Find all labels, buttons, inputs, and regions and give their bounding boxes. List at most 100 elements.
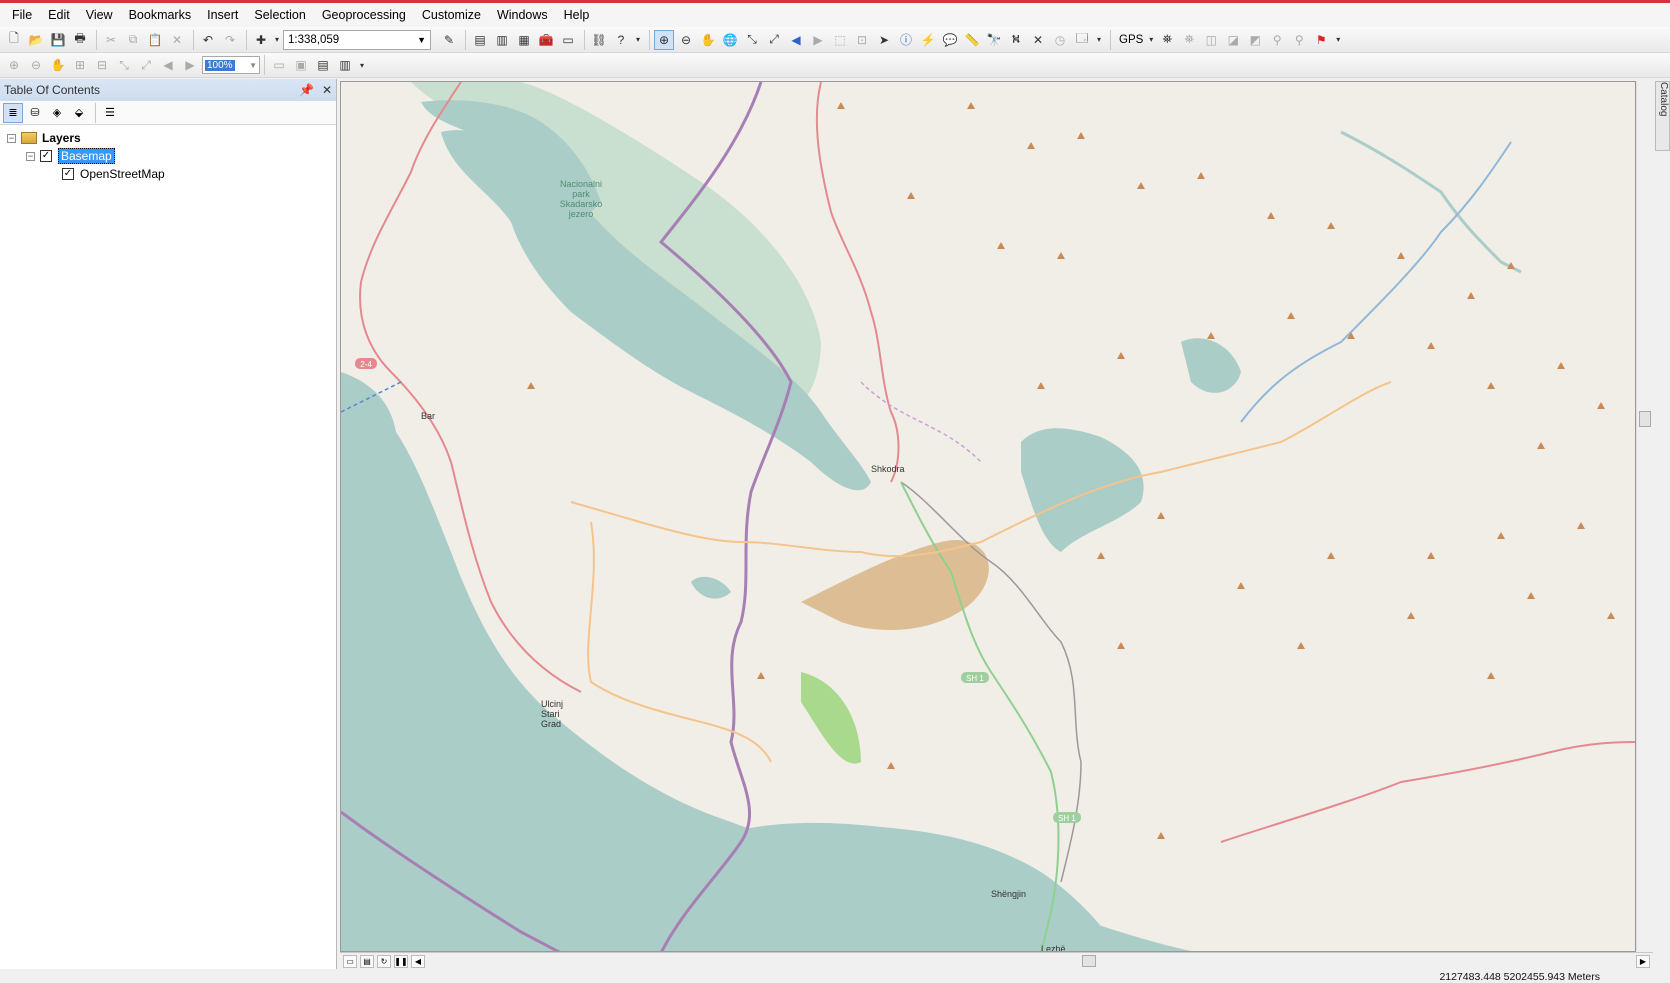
next-extent-icon[interactable]: ▶ (808, 30, 828, 50)
catalog-window-icon[interactable]: ▥ (492, 30, 512, 50)
undo-icon[interactable]: ↶ (198, 30, 218, 50)
menu-file[interactable]: File (6, 5, 38, 25)
fixed-zoom-out-icon[interactable]: ⤢ (764, 30, 784, 50)
select-elements-arrow-icon[interactable]: ➤ (874, 30, 894, 50)
gps-open-icon[interactable]: ◫ (1201, 30, 1221, 50)
delete-icon[interactable]: ✕ (167, 30, 187, 50)
toolbar-options-icon[interactable]: ▾ (1094, 30, 1104, 50)
layout-zoom-in-icon[interactable]: ⊕ (4, 55, 24, 75)
scroll-left-icon[interactable]: ◀ (411, 954, 425, 968)
list-by-source-icon[interactable]: ⛁ (25, 103, 45, 123)
horizontal-scroll-thumb[interactable] (1082, 955, 1096, 967)
table-of-contents-window-icon[interactable]: ▤ (470, 30, 490, 50)
layers-root-row[interactable]: − Layers (0, 129, 336, 147)
toolbar-options-icon[interactable]: ▾ (633, 30, 643, 50)
cut-icon[interactable]: ✂ (101, 30, 121, 50)
pin-icon[interactable]: 📌 (299, 83, 314, 97)
collapse-icon[interactable]: − (7, 133, 16, 143)
map-scale-combobox[interactable]: 1:338,059 ▼ (283, 29, 431, 50)
chevron-down-icon[interactable]: ▾ (1147, 30, 1155, 50)
map-display[interactable]: Nacionalni park Skadarsko jezero Bar Shk… (340, 81, 1636, 952)
pan-hand-icon[interactable]: ✋ (698, 30, 718, 50)
gps-connect-icon[interactable]: ⛯ (1157, 30, 1177, 50)
select-features-icon[interactable]: ⬚ (830, 30, 850, 50)
gps-zoom-icon[interactable]: ⚲ (1267, 30, 1287, 50)
basemap-canvas[interactable]: Nacionalni park Skadarsko jezero Bar Shk… (341, 82, 1636, 952)
chevron-down-icon[interactable]: ▼ (249, 61, 259, 70)
basemap-layer-row[interactable]: − ✓ Basemap (0, 147, 336, 165)
chevron-down-icon[interactable]: ▼ (417, 35, 426, 45)
collapse-icon[interactable]: − (26, 151, 35, 161)
zoom-whole-page-icon[interactable]: ⊞ (70, 55, 90, 75)
catalog-side-tab[interactable]: Catalog (1655, 81, 1670, 151)
close-icon[interactable]: ✕ (322, 83, 332, 97)
previous-extent-icon[interactable]: ◀ (786, 30, 806, 50)
gps-pause-icon[interactable]: ◪ (1223, 30, 1243, 50)
menu-edit[interactable]: Edit (42, 5, 76, 25)
clear-selection-icon[interactable]: ⊡ (852, 30, 872, 50)
fixed-zoom-in-icon[interactable]: ⤡ (742, 30, 762, 50)
html-popup-icon[interactable]: 💬 (940, 30, 960, 50)
find-binoculars-icon[interactable]: 🔭 (984, 30, 1004, 50)
zoom-out-icon[interactable]: ⊖ (676, 30, 696, 50)
toolbar-options-icon[interactable]: ▾ (1333, 30, 1343, 50)
copy-icon[interactable]: ⧉ (123, 30, 143, 50)
add-data-dropdown-icon[interactable]: ▾ (273, 30, 281, 50)
refresh-icon[interactable]: ↻ (377, 954, 391, 968)
layout-pan-icon[interactable]: ✋ (48, 55, 68, 75)
new-document-icon[interactable]: 🗋 (4, 30, 24, 50)
focus-data-frame-icon[interactable]: ▣ (291, 55, 311, 75)
layout-view-icon[interactable]: ▤ (360, 954, 374, 968)
model-builder-icon[interactable]: ⛓ (589, 30, 609, 50)
add-data-icon[interactable]: ✚ (251, 30, 271, 50)
list-by-selection-icon[interactable]: ⬙ (69, 103, 89, 123)
pause-drawing-icon[interactable]: ❚❚ (394, 954, 408, 968)
full-extent-globe-icon[interactable]: 🌐 (720, 30, 740, 50)
arctoolbox-icon[interactable]: 🧰 (536, 30, 556, 50)
gps-disconnect-icon[interactable]: ⛯ (1179, 30, 1199, 50)
menu-windows[interactable]: Windows (491, 5, 554, 25)
openstreetmap-layer-row[interactable]: ✓ OpenStreetMap (0, 165, 336, 183)
search-window-icon[interactable]: ▦ (514, 30, 534, 50)
menu-insert[interactable]: Insert (201, 5, 244, 25)
identify-info-icon[interactable]: ⓘ (896, 30, 916, 50)
menu-view[interactable]: View (80, 5, 119, 25)
toggle-draft-mode-icon[interactable]: ▭ (269, 55, 289, 75)
list-by-visibility-icon[interactable]: ◈ (47, 103, 67, 123)
menu-customize[interactable]: Customize (416, 5, 487, 25)
fixed-zoom-in-layout-icon[interactable]: ⤡ (114, 55, 134, 75)
gps-menu[interactable]: GPS (1115, 34, 1147, 46)
openstreetmap-layer-label[interactable]: OpenStreetMap (80, 167, 165, 181)
gps-pan-icon[interactable]: ◩ (1245, 30, 1265, 50)
open-folder-icon[interactable]: 📂 (26, 30, 46, 50)
change-layout-icon[interactable]: ▤ (313, 55, 333, 75)
menu-help[interactable]: Help (558, 5, 596, 25)
data-view-icon[interactable]: ▭ (343, 954, 357, 968)
python-window-icon[interactable]: ▭ (558, 30, 578, 50)
find-route-icon[interactable]: ⛕ (1006, 30, 1026, 50)
redo-icon[interactable]: ↷ (220, 30, 240, 50)
menu-selection[interactable]: Selection (248, 5, 311, 25)
go-to-xy-icon[interactable]: ✕ (1028, 30, 1048, 50)
zoom-in-icon[interactable]: ⊕ (654, 29, 674, 50)
paste-icon[interactable]: 📋 (145, 30, 165, 50)
time-slider-icon[interactable]: ◷ (1050, 30, 1070, 50)
create-viewer-window-icon[interactable]: 🗔 (1072, 30, 1092, 50)
go-back-extent-icon[interactable]: ◀ (158, 55, 178, 75)
data-driven-pages-icon[interactable]: ▥ (335, 55, 355, 75)
menu-geoprocessing[interactable]: Geoprocessing (316, 5, 412, 25)
menu-bookmarks[interactable]: Bookmarks (123, 5, 198, 25)
layout-zoom-out-icon[interactable]: ⊖ (26, 55, 46, 75)
measure-icon[interactable]: 📏 (962, 30, 982, 50)
hyperlink-icon[interactable]: ⚡ (918, 30, 938, 50)
map-vertical-scrollbar[interactable] (1636, 81, 1653, 952)
basemap-layer-label[interactable]: Basemap (58, 148, 115, 164)
editor-toolbar-icon[interactable]: ✎ (439, 30, 459, 50)
list-by-drawing-order-icon[interactable]: ≣ (3, 102, 23, 123)
flag-icon[interactable]: ⚑ (1311, 30, 1331, 50)
whats-this-help-icon[interactable]: ? (611, 30, 631, 50)
save-icon[interactable]: 💾 (48, 30, 68, 50)
gps-track-icon[interactable]: ⚲ (1289, 30, 1309, 50)
toolbar-options-icon[interactable]: ▾ (357, 55, 367, 75)
openstreetmap-visibility-checkbox[interactable]: ✓ (62, 168, 74, 180)
